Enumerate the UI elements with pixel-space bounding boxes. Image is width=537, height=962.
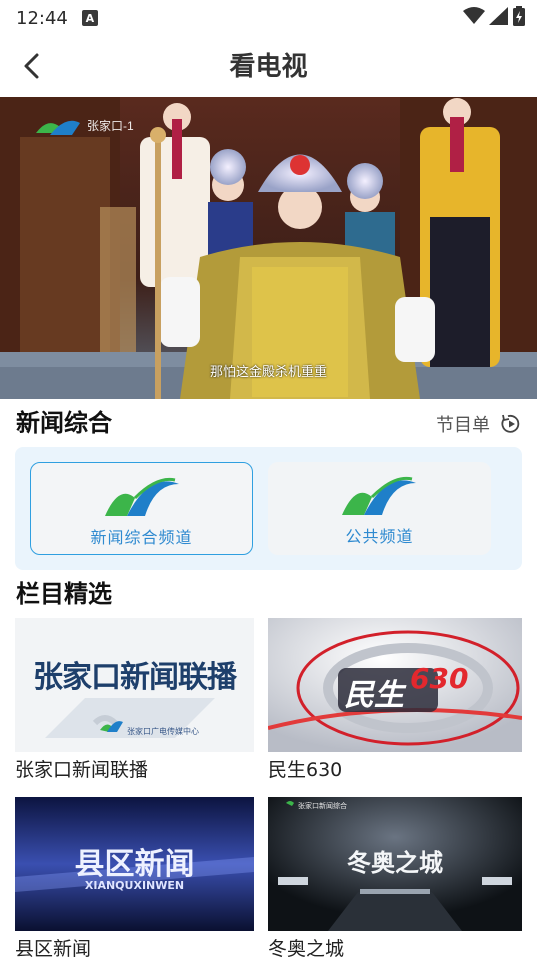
program-thumbnail: 张家口新闻综合 冬奥之城	[268, 797, 522, 931]
program-title: 县区新闻	[15, 938, 92, 960]
channel-section-header: 新闻综合 节目单	[16, 403, 522, 443]
page-title: 看电视	[229, 52, 308, 82]
thumbnail-title: 张家口新闻联播	[33, 660, 237, 695]
wifi-icon	[463, 7, 485, 24]
program-title: 冬奥之城	[268, 938, 345, 960]
thumbnail-title: 冬奥之城	[347, 849, 443, 877]
channel-name: 公共频道	[345, 527, 414, 546]
thumbnail-caption: 张家口广电传媒中心	[127, 727, 199, 736]
schedule-button[interactable]: 节目单	[436, 411, 522, 437]
channel-logo-icon	[105, 477, 179, 516]
status-bar: 12:44 A	[0, 0, 537, 36]
replay-icon	[501, 414, 520, 433]
program-card[interactable]: 张家口新闻联播 张家口广电传媒中心 张家口新闻联播	[15, 618, 254, 783]
channel-name: 新闻综合频道	[90, 528, 193, 547]
thumbnail-channel: 张家口新闻综合	[298, 802, 347, 810]
channel-selector: 新闻综合频道 公共频道	[15, 447, 522, 570]
thumbnail-title: 县区新闻	[74, 847, 195, 882]
channel-card-public[interactable]: 公共频道	[268, 462, 491, 555]
program-card[interactable]: 张家口新闻综合 冬奥之城 冬奥之城	[268, 797, 522, 962]
channel-card-news[interactable]: 新闻综合频道	[30, 462, 253, 555]
battery-icon	[513, 6, 525, 26]
video-frame	[0, 97, 537, 399]
status-icons	[463, 6, 525, 26]
program-title: 民生630	[268, 759, 343, 781]
program-thumbnail: 张家口新闻联播 张家口广电传媒中心	[15, 618, 254, 752]
status-time: 12:44	[16, 7, 68, 29]
notification-badge: A	[81, 10, 98, 26]
schedule-label: 节目单	[436, 415, 490, 436]
program-thumbnail: 民生 630	[268, 618, 522, 752]
video-subtitle: 那怕这金殿杀机重重	[209, 364, 327, 379]
thumbnail-title: 民生	[344, 678, 404, 713]
signal-icon	[489, 7, 508, 25]
program-card[interactable]: 县区新闻 XIANQUXINWEN 县区新闻	[15, 797, 254, 962]
thumbnail-number: 630	[410, 662, 469, 695]
program-thumbnail: 县区新闻 XIANQUXINWEN	[15, 797, 254, 931]
channel-logo-icon	[342, 476, 416, 515]
app-bar: 看电视	[0, 36, 537, 96]
program-card[interactable]: 民生 630 民生630	[268, 618, 522, 783]
video-player[interactable]: 张家口-1 那怕这金殿杀机重重	[0, 97, 537, 399]
channel-watermark: 张家口-1	[87, 119, 134, 133]
picks-section-title: 栏目精选	[16, 580, 112, 608]
thumbnail-caption: XIANQUXINWEN	[84, 879, 185, 892]
program-title: 张家口新闻联播	[15, 759, 149, 781]
